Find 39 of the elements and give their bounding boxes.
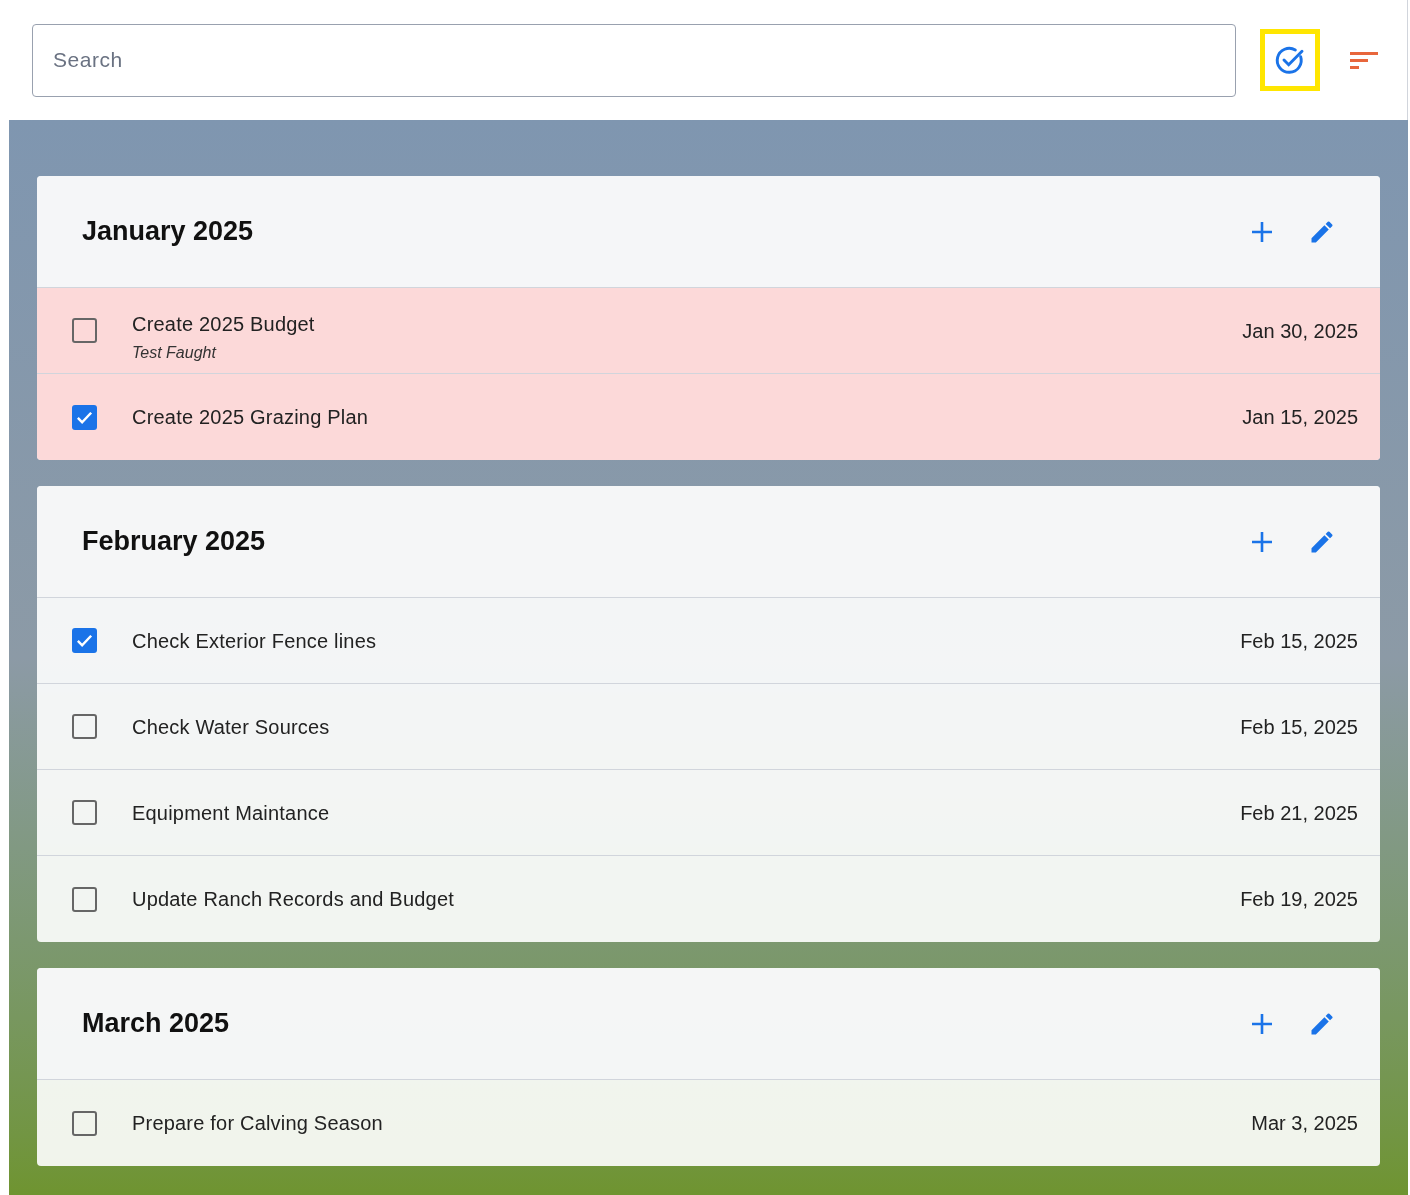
due-date: Feb 15, 2025 — [1240, 714, 1358, 740]
check-circle-icon — [1274, 44, 1306, 76]
task-note: Test Faught — [132, 342, 216, 363]
plus-icon — [1251, 530, 1273, 553]
checkbox[interactable] — [72, 404, 97, 430]
plus-icon — [1251, 220, 1273, 243]
show-completed-button[interactable] — [1260, 29, 1320, 91]
checkbox[interactable] — [72, 1110, 97, 1136]
due-date: Mar 3, 2025 — [1251, 1111, 1358, 1136]
checkbox[interactable] — [72, 318, 97, 343]
due-date: Feb 19, 2025 — [1240, 887, 1358, 912]
task-title: Update Ranch Records and Budget — [132, 887, 454, 912]
task-title: Create 2025 Grazing Plan — [132, 405, 369, 430]
checkbox[interactable] — [72, 886, 97, 912]
task-row[interactable]: Equipment Maintance Feb 21, 2025 — [37, 770, 1380, 856]
task-title: Equipment Maintance — [132, 800, 330, 826]
due-date: Feb 21, 2025 — [1240, 800, 1358, 826]
month-title: January 2025 — [82, 215, 255, 249]
task-row[interactable]: Prepare for Calving Season Mar 3, 2025 — [37, 1080, 1380, 1166]
checkbox[interactable] — [72, 714, 97, 739]
checkbox[interactable] — [72, 800, 97, 825]
task-row[interactable]: Update Ranch Records and Budget Feb 19, 2025 — [37, 856, 1380, 942]
due-date: Feb 15, 2025 — [1240, 628, 1358, 654]
task-title: Create 2025 Budget — [132, 311, 315, 337]
month-title: March 2025 — [82, 1007, 231, 1041]
task-title: Check Water Sources — [132, 714, 330, 740]
task-title: Check Exterior Fence lines — [132, 628, 377, 654]
due-date: Jan 30, 2025 — [1242, 318, 1358, 344]
due-date: Jan 15, 2025 — [1242, 405, 1358, 430]
task-row[interactable]: Create 2025 Grazing Plan Jan 15, 2025 — [37, 374, 1380, 460]
task-row[interactable]: Create 2025 Budget Test Faught Jan 30, 2025 — [37, 288, 1380, 374]
search-field[interactable]: Search — [32, 23, 1236, 97]
checkbox[interactable] — [72, 628, 97, 653]
plus-icon — [1251, 1012, 1273, 1035]
month-title: February 2025 — [82, 525, 267, 559]
sort-icon — [1350, 50, 1378, 70]
task-row[interactable]: Check Exterior Fence lines Feb 15, 2025 — [37, 598, 1380, 684]
task-row[interactable]: Check Water Sources Feb 15, 2025 — [37, 684, 1380, 770]
task-title: Prepare for Calving Season — [132, 1111, 383, 1136]
